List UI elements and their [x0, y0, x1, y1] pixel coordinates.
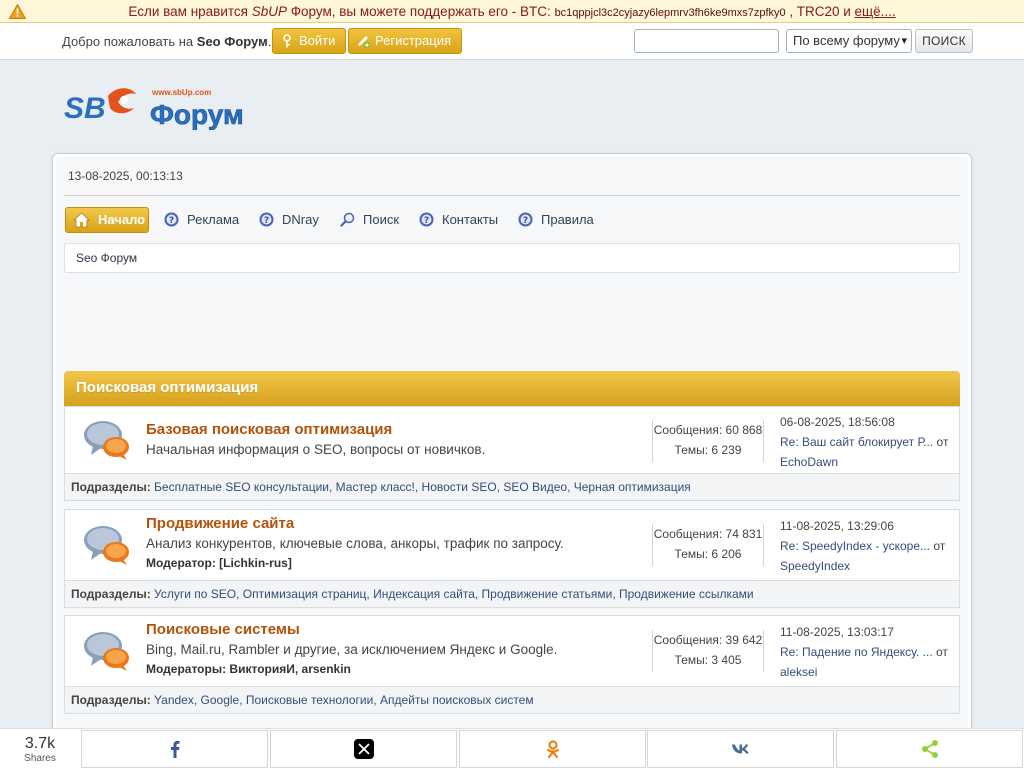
share-icon	[921, 740, 938, 758]
help-icon: ?	[419, 212, 434, 227]
subboards-links[interactable]: Yandex, Google, Поисковые технологии, Ап…	[154, 693, 534, 707]
subboards-row: Подразделы: Услуги по SEO, Оптимизация с…	[64, 581, 960, 608]
menu-item-rules[interactable]: ? Правила	[518, 207, 594, 232]
board-description: Bing, Mail.ru, Rambler и другие, за искл…	[146, 642, 558, 657]
help-icon: ?	[259, 212, 274, 227]
btc-address: bc1qppjcl3c2cyjazy6lepmrv3fh6ke9mxs7zpfk…	[554, 7, 786, 19]
board-last-post: 11-08-2025, 13:29:06 Re: SpeedyIndex - у…	[780, 516, 945, 576]
board-row: Продвижение сайта Анализ конкурентов, кл…	[64, 509, 960, 581]
board-stats: Сообщения: 74 831 Темы: 6 206	[652, 524, 764, 566]
last-post-link[interactable]: Re: Падение по Яндексу. ...	[780, 645, 933, 659]
menu-item-contacts[interactable]: ? Контакты	[419, 207, 498, 232]
more-link[interactable]: ещё....	[855, 4, 896, 19]
last-post-user[interactable]: EchoDawn	[780, 452, 948, 472]
svg-text:SB: SB	[64, 92, 106, 125]
vk-icon	[731, 744, 749, 754]
last-post-link[interactable]: Re: SpeedyIndex - ускоре...	[780, 539, 930, 553]
search-icon	[340, 212, 355, 227]
breadcrumb: Seo Форум	[64, 243, 960, 273]
donation-notice: Если вам нравится SbUP Форум, вы можете …	[0, 0, 1024, 23]
svg-text:?: ?	[169, 216, 174, 226]
board-last-post: 11-08-2025, 13:03:17 Re: Падение по Янде…	[780, 622, 948, 682]
search-button[interactable]: ПОИСК	[915, 29, 973, 53]
current-datetime: 13-08-2025, 00:13:13	[68, 169, 183, 183]
moderator-link[interactable]: ВикторияИ, arsenkin	[229, 662, 350, 676]
last-post-link[interactable]: Re: Ваш сайт блокирует Р...	[780, 435, 933, 449]
last-post-user[interactable]: SpeedyIndex	[780, 556, 945, 576]
share-bar: 3.7k Shares	[0, 728, 1024, 768]
share-x-button[interactable]	[270, 730, 457, 768]
help-icon: ?	[164, 212, 179, 227]
subboards-row: Подразделы: Yandex, Google, Поисковые те…	[64, 687, 960, 714]
menu-item-dnray[interactable]: ? DNray	[259, 207, 319, 232]
board-moderators: Модераторы: ВикторияИ, arsenkin	[146, 662, 351, 676]
subboards-links[interactable]: Услуги по SEO, Оптимизация страниц, Инде…	[154, 587, 754, 601]
odnoklassniki-icon	[546, 740, 559, 759]
board-stats: Сообщения: 60 868 Темы: 6 239	[652, 420, 764, 462]
welcome-text: Добро пожаловать на Seo Форум.	[62, 34, 272, 49]
breadcrumb-root-link[interactable]: Seo Форум	[76, 251, 137, 265]
search-input[interactable]	[634, 29, 779, 53]
share-count: 3.7k Shares	[24, 735, 56, 764]
board-status-icon	[84, 632, 129, 671]
facebook-icon	[170, 741, 179, 758]
divider	[64, 195, 960, 196]
share-odnoklassniki-button[interactable]	[459, 730, 646, 768]
notice-message: Если вам нравится SbUP Форум, вы можете …	[128, 4, 896, 19]
site-logo[interactable]: SB www.sbUp.com Форум	[64, 84, 254, 130]
x-icon	[353, 739, 374, 759]
svg-text:?: ?	[523, 216, 528, 226]
menu-item-search[interactable]: Поиск	[340, 207, 399, 232]
svg-text:?: ?	[424, 216, 429, 226]
home-icon	[73, 212, 90, 228]
board-row: Поисковые системы Bing, Mail.ru, Rambler…	[64, 615, 960, 687]
menu-item-home[interactable]: Начало	[65, 207, 149, 233]
board-last-post: 06-08-2025, 18:56:08 Re: Ваш сайт блокир…	[780, 412, 948, 472]
top-bar: Добро пожаловать на Seo Форум. Войти Рег…	[0, 23, 1024, 60]
last-post-user[interactable]: aleksei	[780, 662, 948, 682]
board-title-link[interactable]: Продвижение сайта	[146, 515, 294, 532]
board-stats: Сообщения: 39 642 Темы: 3 405	[652, 630, 764, 672]
logo-url: www.sbUp.com	[151, 88, 211, 97]
board-status-icon	[84, 421, 129, 460]
category-header[interactable]: Поисковая оптимизация	[64, 371, 960, 407]
subboards-links[interactable]: Бесплатные SEO консультации, Мастер клас…	[154, 480, 691, 494]
board-row: Базовая поисковая оптимизация Начальная …	[64, 406, 960, 474]
svg-text:Форум: Форум	[150, 99, 244, 130]
board-title-link[interactable]: Базовая поисковая оптимизация	[146, 421, 392, 438]
share-more-button[interactable]	[836, 730, 1023, 768]
pencil-icon	[358, 36, 370, 48]
share-facebook-button[interactable]	[81, 730, 268, 768]
help-icon: ?	[518, 212, 533, 227]
moderator-link[interactable]: [Lichkin-rus]	[219, 556, 292, 570]
login-button[interactable]: Войти	[272, 28, 347, 54]
menu-item-advertising[interactable]: ? Реклама	[164, 207, 239, 232]
key-icon	[283, 34, 291, 48]
board-description: Начальная информация о SEO, вопросы от н…	[146, 442, 486, 457]
board-status-icon	[84, 526, 129, 565]
share-vk-button[interactable]	[647, 730, 834, 768]
subboards-row: Подразделы: Бесплатные SEO консультации,…	[64, 474, 960, 501]
board-title-link[interactable]: Поисковые системы	[146, 621, 300, 638]
board-moderators: Модератор: [Lichkin-rus]	[146, 556, 292, 570]
svg-text:?: ?	[264, 216, 269, 226]
register-button[interactable]: Регистрация	[348, 28, 462, 54]
board-description: Анализ конкурентов, ключевые слова, анко…	[146, 536, 564, 551]
search-scope-select[interactable]: По всему форуму ▾	[786, 29, 912, 53]
chevron-down-icon: ▾	[901, 35, 907, 47]
